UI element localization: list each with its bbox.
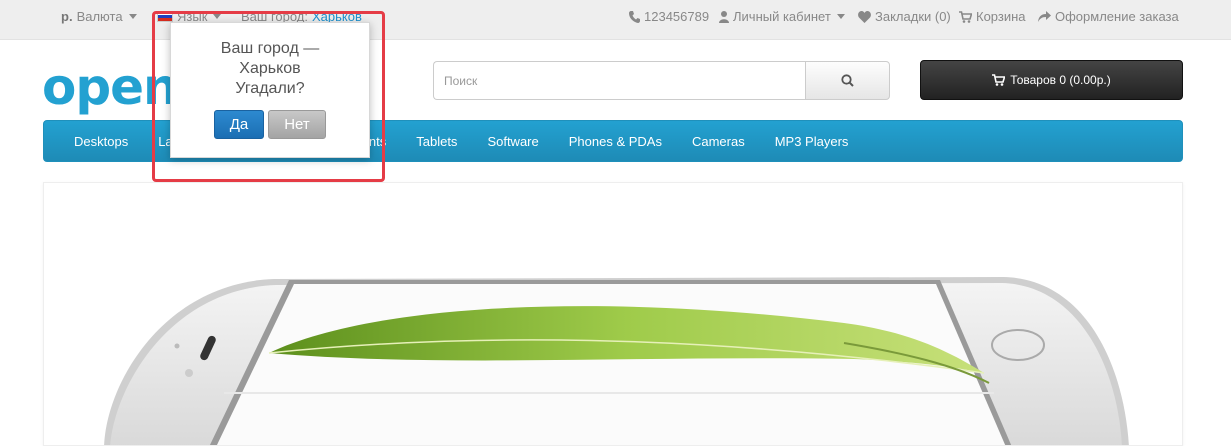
no-button[interactable]: Нет (268, 110, 326, 139)
phone-link[interactable]: 123456789 (629, 9, 709, 24)
currency-label: Валюта (76, 9, 123, 24)
cart-button-label: Товаров 0 (0.00р.) (1010, 73, 1111, 87)
popup-question: Угадали? (235, 80, 305, 97)
currency-symbol: р. (61, 9, 73, 24)
wishlist-link[interactable]: Закладки (0) (858, 9, 951, 24)
popup-line-1: Ваш город — (220, 40, 320, 57)
caret-down-icon (128, 14, 137, 19)
search-button[interactable] (805, 61, 890, 100)
phone-icon (629, 10, 640, 23)
menu-item-desktops[interactable]: Desktops (44, 134, 143, 149)
checkout-label: Оформление заказа (1055, 9, 1179, 24)
cart-icon (992, 74, 1006, 86)
popup-actions: Да Нет (171, 110, 369, 139)
search-bar (433, 61, 890, 100)
cart-label: Корзина (976, 9, 1026, 24)
checkout-link[interactable]: Оформление заказа (1038, 9, 1179, 24)
wishlist-label: Закладки (0) (875, 9, 951, 24)
cart-link[interactable]: Корзина (959, 9, 1026, 24)
heart-icon (858, 10, 871, 23)
account-dropdown[interactable]: Личный кабинет (719, 9, 845, 24)
share-icon (1038, 10, 1051, 22)
phone-number: 123456789 (644, 9, 710, 24)
user-icon (719, 10, 729, 23)
account-label: Личный кабинет (733, 9, 831, 24)
menu-item-tablets[interactable]: Tablets (401, 134, 472, 149)
search-input[interactable] (433, 61, 805, 100)
cart-button[interactable]: Товаров 0 (0.00р.) (920, 60, 1183, 100)
menu-item-software[interactable]: Software (472, 134, 553, 149)
cart-icon (959, 10, 972, 23)
popup-message: Ваш город — Харьков Угадали? (171, 39, 369, 99)
search-icon (841, 74, 854, 87)
caret-down-icon (836, 14, 845, 19)
slideshow[interactable] (43, 182, 1183, 446)
yes-button[interactable]: Да (214, 110, 264, 139)
popup-city-name: Харьков (239, 60, 301, 77)
phone-product-image (104, 277, 1129, 445)
city-confirm-popup: Ваш город — Харьков Угадали? Да Нет (170, 22, 370, 158)
currency-dropdown[interactable]: р. Валюта (61, 9, 137, 24)
menu-item-mp3[interactable]: MP3 Players (760, 134, 864, 149)
menu-item-phones[interactable]: Phones & PDAs (554, 134, 677, 149)
menu-item-cameras[interactable]: Cameras (677, 134, 760, 149)
